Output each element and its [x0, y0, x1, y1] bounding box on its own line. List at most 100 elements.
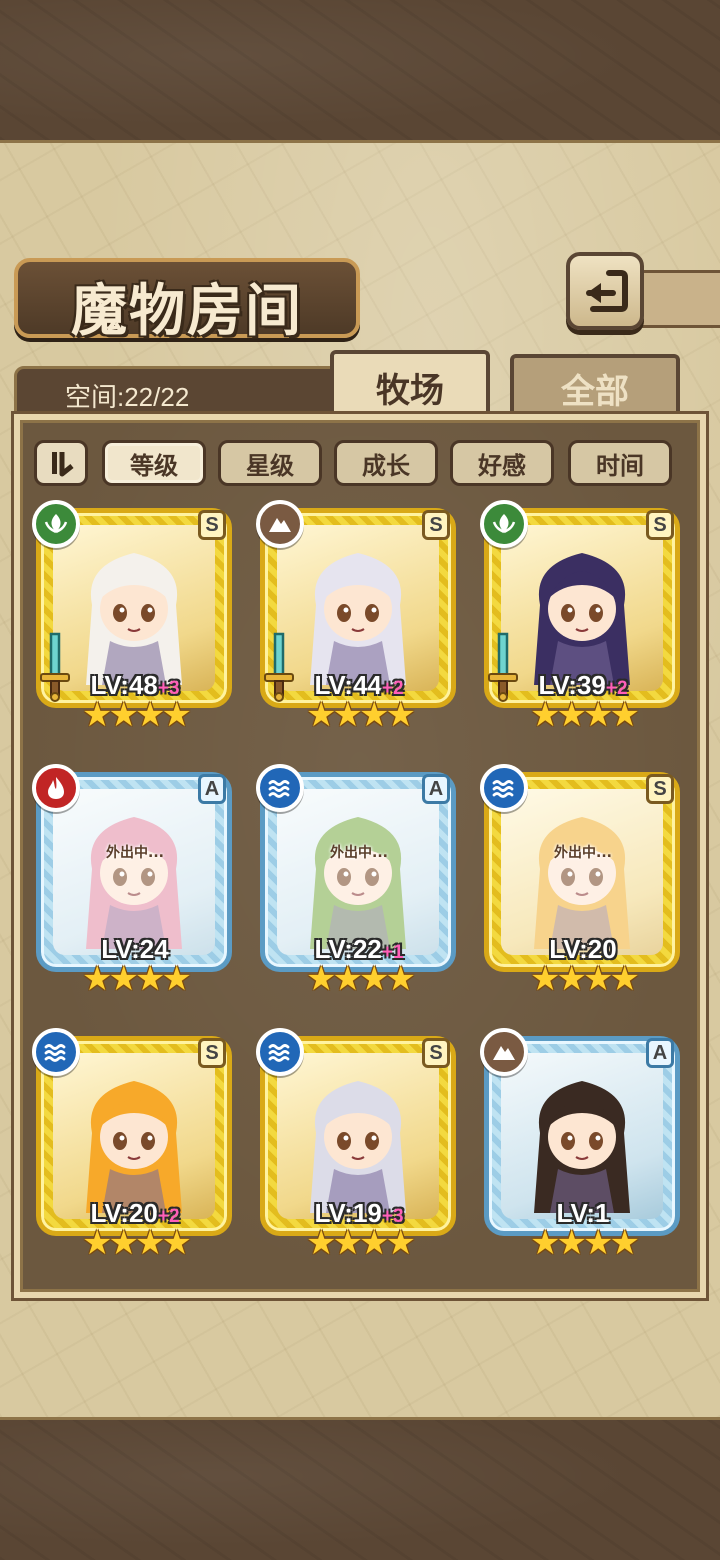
- star-icon: ★: [108, 959, 140, 999]
- sort-growth-button[interactable]: 成长: [334, 440, 438, 486]
- monster-card[interactable]: 外出中... A LV:24 ★★★★: [32, 764, 238, 996]
- rank-badge: A: [198, 774, 226, 804]
- away-status-label: 外出中...: [554, 845, 612, 861]
- map-background-bottom: [0, 1420, 720, 1560]
- map-background-top: [0, 0, 720, 140]
- sort-time-label: 时间: [596, 451, 644, 480]
- monster-card[interactable]: 外出中... S LV:20 ★★★★: [480, 764, 686, 996]
- tab-ranch-label: 牧场: [376, 370, 444, 411]
- star-icon: ★: [332, 1223, 364, 1263]
- star-icon: ★: [530, 695, 561, 735]
- monster-portrait: [310, 1081, 406, 1213]
- monster-card[interactable]: 外出中... A LV:22+1 ★★★★: [256, 764, 462, 996]
- monster-portrait: [534, 553, 630, 685]
- back-arrow-icon: [586, 270, 628, 312]
- monster-card[interactable]: S LV:44+2 ★★★★: [256, 500, 462, 732]
- water-icon: [32, 1028, 80, 1076]
- sort-level-button[interactable]: 等级: [102, 440, 206, 486]
- star-rating: ★★★★: [480, 1226, 686, 1260]
- sort-affection-label: 好感: [478, 451, 526, 480]
- monster-portrait: [86, 553, 182, 685]
- star-icon: ★: [583, 959, 614, 999]
- rank-badge: A: [646, 1038, 674, 1068]
- monster-portrait-area: [277, 789, 439, 955]
- sort-level-label: 等级: [130, 451, 178, 480]
- sort-time-button[interactable]: 时间: [568, 440, 672, 486]
- monster-card[interactable]: S LV:20+2 ★★★★: [32, 1028, 238, 1260]
- monster-card[interactable]: S LV:48+3 ★★★★: [32, 500, 238, 732]
- sword-icon: [262, 630, 296, 702]
- water-icon: [256, 764, 304, 812]
- star-icon: ★: [359, 1223, 390, 1263]
- monster-card[interactable]: A LV:1 ★★★★: [480, 1028, 686, 1260]
- star-icon: ★: [609, 695, 640, 735]
- star-rating: ★★★★: [480, 698, 686, 732]
- monster-card[interactable]: S LV:19+3 ★★★★: [256, 1028, 462, 1260]
- earth-icon: [480, 1028, 528, 1076]
- monster-portrait-area: [53, 789, 215, 955]
- monster-portrait: [310, 553, 406, 685]
- star-icon: ★: [609, 959, 640, 999]
- monster-portrait-area: [53, 1053, 215, 1219]
- star-icon: ★: [161, 1223, 192, 1263]
- star-icon: ★: [556, 1223, 588, 1263]
- back-button[interactable]: [566, 252, 644, 330]
- monster-portrait-area: [277, 525, 439, 691]
- star-icon: ★: [583, 695, 614, 735]
- tab-ranch[interactable]: 牧场: [330, 350, 490, 420]
- space-capacity-bar: 空间:22/22: [14, 366, 334, 414]
- star-icon: ★: [306, 695, 337, 735]
- monster-portrait-area: [501, 1053, 663, 1219]
- star-icon: ★: [82, 1223, 113, 1263]
- monster-portrait-area: [277, 1053, 439, 1219]
- star-icon: ★: [556, 959, 588, 999]
- star-rating: ★★★★: [256, 1226, 462, 1260]
- sword-icon: [486, 630, 520, 702]
- star-icon: ★: [359, 695, 390, 735]
- star-rating: ★★★★: [256, 962, 462, 996]
- monster-portrait-area: [501, 789, 663, 955]
- water-icon: [256, 1028, 304, 1076]
- earth-icon: [256, 500, 304, 548]
- fire-icon: [32, 764, 80, 812]
- star-rating: ★★★★: [32, 1226, 238, 1260]
- space-capacity-label: 空间:22/22: [65, 382, 190, 412]
- away-status-label: 外出中...: [330, 845, 388, 861]
- rank-badge: S: [646, 510, 674, 540]
- nature-icon: [32, 500, 80, 548]
- tab-all-label: 全部: [561, 371, 629, 412]
- rank-badge: S: [646, 774, 674, 804]
- star-icon: ★: [135, 1223, 166, 1263]
- monster-portrait-area: [53, 525, 215, 691]
- star-icon: ★: [385, 1223, 416, 1263]
- rank-badge: A: [422, 774, 450, 804]
- star-icon: ★: [530, 1223, 561, 1263]
- monster-portrait-area: [501, 525, 663, 691]
- star-icon: ★: [556, 695, 588, 735]
- star-icon: ★: [108, 1223, 140, 1263]
- star-rating: ★★★★: [32, 698, 238, 732]
- star-icon: ★: [385, 695, 416, 735]
- sort-affection-button[interactable]: 好感: [450, 440, 554, 486]
- rank-badge: S: [422, 1038, 450, 1068]
- star-icon: ★: [135, 959, 166, 999]
- star-icon: ★: [82, 695, 113, 735]
- title-banner: 魔物房间: [14, 258, 360, 344]
- monster-portrait: [86, 817, 182, 949]
- star-icon: ★: [359, 959, 390, 999]
- star-icon: ★: [385, 959, 416, 999]
- star-rating: ★★★★: [256, 698, 462, 732]
- star-icon: ★: [135, 695, 166, 735]
- sort-star-button[interactable]: 星级: [218, 440, 322, 486]
- rank-badge: S: [198, 510, 226, 540]
- star-rating: ★★★★: [32, 962, 238, 996]
- sort-growth-label: 成长: [362, 451, 410, 480]
- star-icon: ★: [609, 1223, 640, 1263]
- monster-portrait: [534, 817, 630, 949]
- monster-portrait: [86, 1081, 182, 1213]
- monster-card[interactable]: S LV:39+2 ★★★★: [480, 500, 686, 732]
- tab-all[interactable]: 全部: [510, 354, 680, 418]
- star-icon: ★: [530, 959, 561, 999]
- star-icon: ★: [108, 695, 140, 735]
- sort-order-toggle[interactable]: [34, 440, 88, 486]
